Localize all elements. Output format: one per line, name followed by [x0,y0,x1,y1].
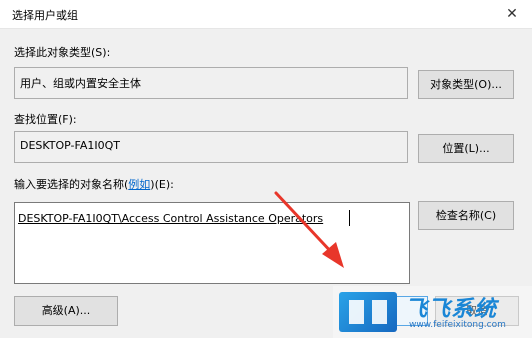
watermark: 飞飞系统 www.feifeixitong.com [333,286,532,338]
watermark-brand: 飞飞系统 [405,297,498,322]
watermark-logo-icon [339,292,397,332]
watermark-url: www.feifeixitong.com [409,320,506,330]
